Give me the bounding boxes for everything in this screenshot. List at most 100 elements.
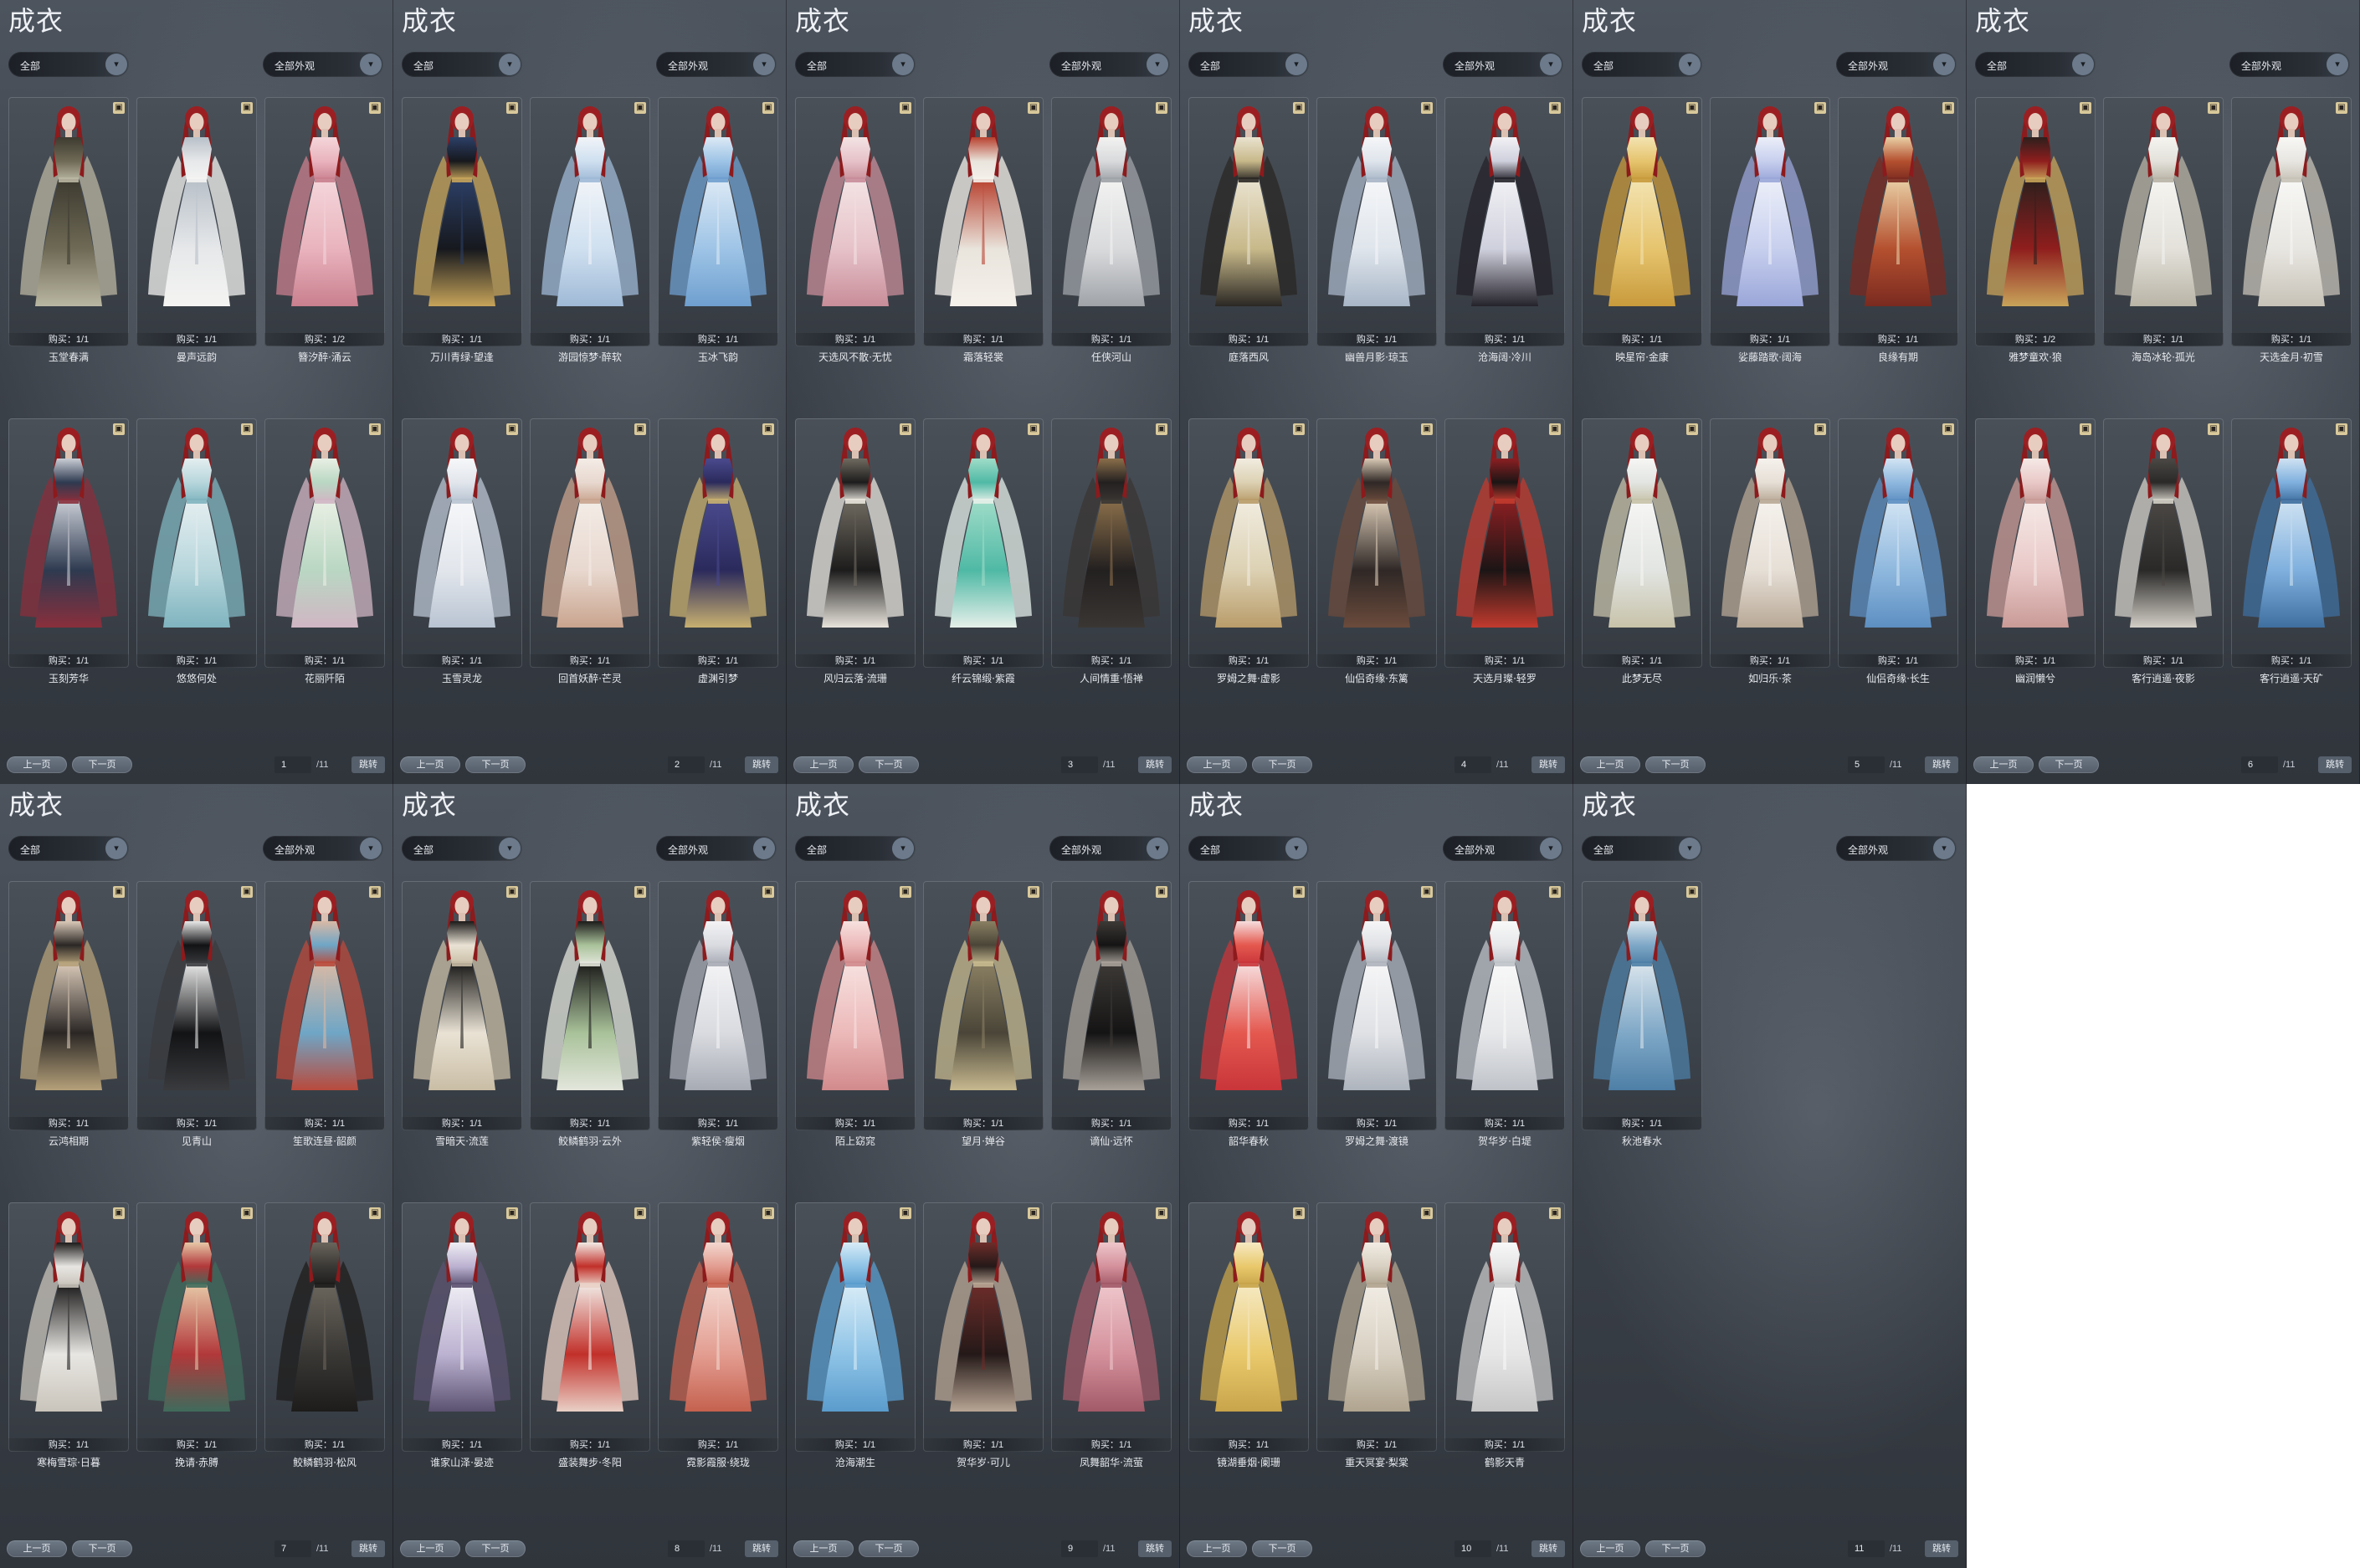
jump-button[interactable]: 跳转 xyxy=(2318,756,2352,773)
page-number-input[interactable]: 11 xyxy=(1848,1540,1885,1557)
outfit-card[interactable]: ▣ 购买：1/1 xyxy=(2231,418,2352,668)
jump-button[interactable]: 跳转 xyxy=(1138,756,1172,773)
outfit-card[interactable]: ▣ 购买：1/1 xyxy=(1444,881,1565,1130)
jump-button[interactable]: 跳转 xyxy=(1925,756,1958,773)
outfit-card[interactable]: ▣ 购买：1/1 xyxy=(1316,418,1437,668)
outfit-card[interactable]: ▣ 购买：1/1 xyxy=(1316,97,1437,346)
category-dropdown[interactable]: 全部 ▾ xyxy=(1582,836,1702,861)
outfit-card[interactable]: ▣ 购买：1/1 xyxy=(923,881,1044,1130)
outfit-card[interactable]: ▣ 购买：1/1 xyxy=(136,881,257,1130)
jump-button[interactable]: 跳转 xyxy=(1138,1540,1172,1557)
appearance-dropdown[interactable]: 全部外观 ▾ xyxy=(2229,52,2350,77)
outfit-card[interactable]: ▣ 购买：1/1 xyxy=(402,97,522,346)
page-number-input[interactable]: 6 xyxy=(2241,756,2278,773)
prev-page-button[interactable]: 上一页 xyxy=(1973,756,2034,773)
outfit-card[interactable]: ▣ 购买：1/1 xyxy=(658,1202,778,1452)
outfit-card[interactable]: ▣ 购买：1/1 xyxy=(402,1202,522,1452)
outfit-card[interactable]: ▣ 购买：1/1 xyxy=(136,418,257,668)
page-number-input[interactable]: 4 xyxy=(1454,756,1491,773)
page-number-input[interactable]: 1 xyxy=(274,756,311,773)
jump-button[interactable]: 跳转 xyxy=(351,1540,385,1557)
category-dropdown[interactable]: 全部 ▾ xyxy=(402,836,522,861)
outfit-card[interactable]: ▣ 购买：1/1 xyxy=(923,1202,1044,1452)
outfit-card[interactable]: ▣ 购买：1/1 xyxy=(8,1202,129,1452)
category-dropdown[interactable]: 全部 ▾ xyxy=(795,836,916,861)
next-page-button[interactable]: 下一页 xyxy=(859,1540,919,1557)
appearance-dropdown[interactable]: 全部外观 ▾ xyxy=(1049,52,1170,77)
outfit-card[interactable]: ▣ 购买：1/1 xyxy=(136,1202,257,1452)
page-number-input[interactable]: 9 xyxy=(1061,1540,1098,1557)
next-page-button[interactable]: 下一页 xyxy=(72,756,132,773)
outfit-card[interactable]: ▣ 购买：1/1 xyxy=(1444,97,1565,346)
next-page-button[interactable]: 下一页 xyxy=(1252,756,1312,773)
page-number-input[interactable]: 10 xyxy=(1454,1540,1491,1557)
outfit-card[interactable]: ▣ 购买：1/1 xyxy=(1582,881,1702,1130)
prev-page-button[interactable]: 上一页 xyxy=(7,1540,67,1557)
outfit-card[interactable]: ▣ 购买：1/1 xyxy=(1188,881,1309,1130)
prev-page-button[interactable]: 上一页 xyxy=(1187,1540,1247,1557)
outfit-card[interactable]: ▣ 购买：1/1 xyxy=(795,97,916,346)
outfit-card[interactable]: ▣ 购买：1/1 xyxy=(1051,97,1172,346)
next-page-button[interactable]: 下一页 xyxy=(465,756,526,773)
jump-button[interactable]: 跳转 xyxy=(745,756,778,773)
prev-page-button[interactable]: 上一页 xyxy=(793,756,854,773)
page-number-input[interactable]: 3 xyxy=(1061,756,1098,773)
outfit-card[interactable]: ▣ 购买：1/2 xyxy=(1975,97,2096,346)
outfit-card[interactable]: ▣ 购买：1/1 xyxy=(1188,97,1309,346)
outfit-card[interactable]: ▣ 购买：1/1 xyxy=(8,418,129,668)
next-page-button[interactable]: 下一页 xyxy=(859,756,919,773)
outfit-card[interactable]: ▣ 购买：1/1 xyxy=(923,97,1044,346)
outfit-card[interactable]: ▣ 购买：1/1 xyxy=(795,1202,916,1452)
appearance-dropdown[interactable]: 全部外观 ▾ xyxy=(263,836,383,861)
next-page-button[interactable]: 下一页 xyxy=(1645,1540,1706,1557)
outfit-card[interactable]: ▣ 购买：1/1 xyxy=(2103,97,2224,346)
outfit-card[interactable]: ▣ 购买：1/1 xyxy=(1838,418,1958,668)
outfit-card[interactable]: ▣ 购买：1/1 xyxy=(1316,881,1437,1130)
outfit-card[interactable]: ▣ 购买：1/1 xyxy=(530,97,650,346)
outfit-card[interactable]: ▣ 购买：1/1 xyxy=(1444,418,1565,668)
category-dropdown[interactable]: 全部 ▾ xyxy=(8,836,129,861)
outfit-card[interactable]: ▣ 购买：1/1 xyxy=(1975,418,2096,668)
jump-button[interactable]: 跳转 xyxy=(1925,1540,1958,1557)
outfit-card[interactable]: ▣ 购买：1/1 xyxy=(923,418,1044,668)
page-number-input[interactable]: 2 xyxy=(668,756,705,773)
next-page-button[interactable]: 下一页 xyxy=(1645,756,1706,773)
prev-page-button[interactable]: 上一页 xyxy=(1580,1540,1640,1557)
outfit-card[interactable]: ▣ 购买：1/1 xyxy=(402,881,522,1130)
outfit-card[interactable]: ▣ 购买：1/1 xyxy=(2103,418,2224,668)
outfit-card[interactable]: ▣ 购买：1/1 xyxy=(2231,97,2352,346)
page-number-input[interactable]: 8 xyxy=(668,1540,705,1557)
outfit-card[interactable]: ▣ 购买：1/1 xyxy=(1444,1202,1565,1452)
outfit-card[interactable]: ▣ 购买：1/1 xyxy=(1051,1202,1172,1452)
outfit-card[interactable]: ▣ 购买：1/1 xyxy=(8,881,129,1130)
outfit-card[interactable]: ▣ 购买：1/1 xyxy=(1838,97,1958,346)
appearance-dropdown[interactable]: 全部外观 ▾ xyxy=(1836,836,1957,861)
outfit-card[interactable]: ▣ 购买：1/1 xyxy=(795,881,916,1130)
jump-button[interactable]: 跳转 xyxy=(351,756,385,773)
category-dropdown[interactable]: 全部 ▾ xyxy=(8,52,129,77)
prev-page-button[interactable]: 上一页 xyxy=(793,1540,854,1557)
appearance-dropdown[interactable]: 全部外观 ▾ xyxy=(1049,836,1170,861)
jump-button[interactable]: 跳转 xyxy=(1531,1540,1565,1557)
outfit-card[interactable]: ▣ 购买：1/1 xyxy=(530,1202,650,1452)
next-page-button[interactable]: 下一页 xyxy=(1252,1540,1312,1557)
category-dropdown[interactable]: 全部 ▾ xyxy=(402,52,522,77)
outfit-card[interactable]: ▣ 购买：1/1 xyxy=(1710,418,1830,668)
outfit-card[interactable]: ▣ 购买：1/1 xyxy=(1188,1202,1309,1452)
outfit-card[interactable]: ▣ 购买：1/1 xyxy=(530,418,650,668)
outfit-card[interactable]: ▣ 购买：1/1 xyxy=(402,418,522,668)
prev-page-button[interactable]: 上一页 xyxy=(1187,756,1247,773)
outfit-card[interactable]: ▣ 购买：1/1 xyxy=(795,418,916,668)
outfit-card[interactable]: ▣ 购买：1/1 xyxy=(264,418,385,668)
outfit-card[interactable]: ▣ 购买：1/1 xyxy=(1582,418,1702,668)
next-page-button[interactable]: 下一页 xyxy=(465,1540,526,1557)
jump-button[interactable]: 跳转 xyxy=(1531,756,1565,773)
appearance-dropdown[interactable]: 全部外观 ▾ xyxy=(263,52,383,77)
next-page-button[interactable]: 下一页 xyxy=(2039,756,2099,773)
outfit-card[interactable]: ▣ 购买：1/1 xyxy=(1316,1202,1437,1452)
outfit-card[interactable]: ▣ 购买：1/1 xyxy=(8,97,129,346)
appearance-dropdown[interactable]: 全部外观 ▾ xyxy=(656,52,777,77)
next-page-button[interactable]: 下一页 xyxy=(72,1540,132,1557)
outfit-card[interactable]: ▣ 购买：1/1 xyxy=(1582,97,1702,346)
appearance-dropdown[interactable]: 全部外观 ▾ xyxy=(1443,836,1563,861)
